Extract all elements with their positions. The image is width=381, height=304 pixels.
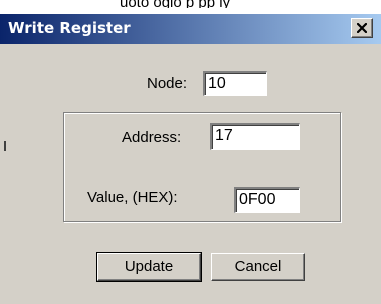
value-hex-field[interactable]: 0F00	[234, 187, 300, 213]
close-icon	[357, 23, 367, 33]
address-label: Address:	[122, 129, 182, 146]
divider-mark	[4, 141, 6, 151]
address-field[interactable]: 17	[210, 123, 300, 150]
node-label: Node:	[147, 75, 188, 92]
background-partial-text: uoto ogio p pp ly	[120, 0, 230, 8]
dialog-title: Write Register	[8, 19, 131, 37]
write-register-dialog: Write Register Node: 10 Address: 17 Valu…	[0, 14, 381, 304]
value-hex-label: Value, (HEX):	[87, 189, 178, 206]
close-button[interactable]	[351, 18, 373, 38]
cancel-button[interactable]: Cancel	[211, 253, 305, 281]
dialog-body: Node: 10 Address: 17 Value, (HEX): 0F00 …	[0, 44, 381, 304]
title-bar[interactable]: Write Register	[0, 14, 381, 44]
node-field[interactable]: 10	[203, 71, 267, 96]
update-button[interactable]: Update	[96, 252, 202, 282]
